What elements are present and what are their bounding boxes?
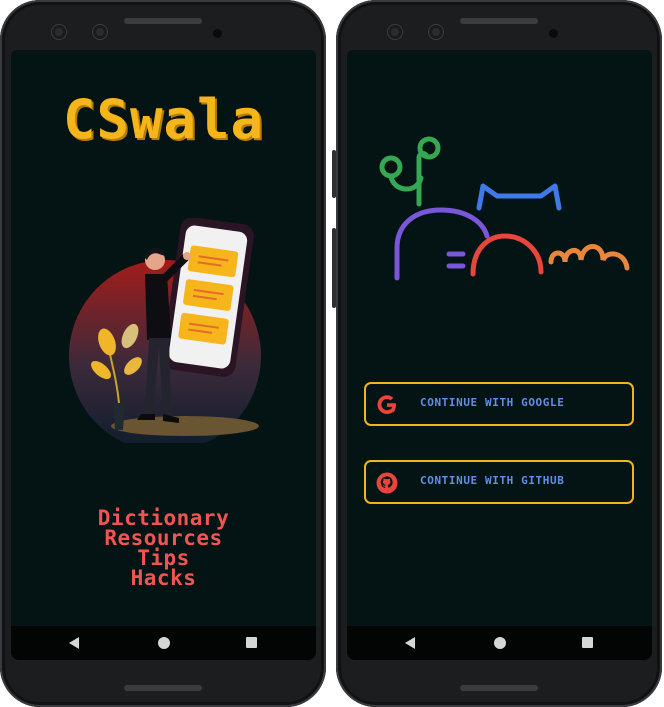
front-sensor	[93, 25, 107, 39]
google-g-icon	[377, 395, 396, 414]
recents-square-icon[interactable]	[246, 637, 257, 648]
home-circle-icon[interactable]	[494, 637, 506, 649]
feature-resources: Resources	[104, 526, 223, 550]
back-triangle-icon[interactable]	[69, 637, 79, 649]
power-button	[332, 150, 336, 198]
splash-screen: CSwala Dictionary Resources Tips Hacks	[11, 50, 316, 626]
github-button-label: CONTINUE WITH GITHUB	[420, 474, 565, 487]
back-triangle-icon[interactable]	[405, 637, 415, 649]
phone-frame-left: CSwala Dictionary Resources Tips Hacks	[0, 0, 326, 707]
phone-user-illustration	[69, 218, 261, 443]
feature-list: Dictionary Resources Tips Hacks	[11, 506, 316, 590]
feature-hacks: Hacks	[130, 566, 197, 590]
continue-with-google-button[interactable]: CONTINUE WITH GOOGLE	[364, 382, 634, 426]
feature-tips: Tips	[137, 546, 190, 570]
bottom-speaker	[124, 685, 202, 691]
proximity-sensor	[549, 29, 558, 38]
feature-dictionary: Dictionary	[97, 506, 230, 530]
earpiece-speaker	[460, 18, 538, 24]
system-navigation-bar	[347, 626, 652, 660]
system-navigation-bar	[11, 626, 316, 660]
colorful-line-art-logo	[379, 136, 630, 281]
github-octocat-icon	[376, 472, 398, 494]
continue-with-github-button[interactable]: CONTINUE WITH GITHUB	[364, 460, 634, 504]
front-camera	[52, 25, 66, 39]
volume-rocker	[332, 228, 336, 308]
app-title: CSwala	[62, 88, 265, 151]
earpiece-speaker	[124, 18, 202, 24]
home-circle-icon[interactable]	[158, 637, 170, 649]
login-screen: CONTINUE WITH GOOGLE CONTINUE WITH GITHU…	[347, 50, 652, 626]
front-sensor	[429, 25, 443, 39]
front-camera	[388, 25, 402, 39]
recents-square-icon[interactable]	[582, 637, 593, 648]
proximity-sensor	[213, 29, 222, 38]
phone-frame-right: CONTINUE WITH GOOGLE CONTINUE WITH GITHU…	[332, 0, 662, 707]
google-button-label: CONTINUE WITH GOOGLE	[420, 396, 565, 409]
bottom-speaker	[460, 685, 538, 691]
